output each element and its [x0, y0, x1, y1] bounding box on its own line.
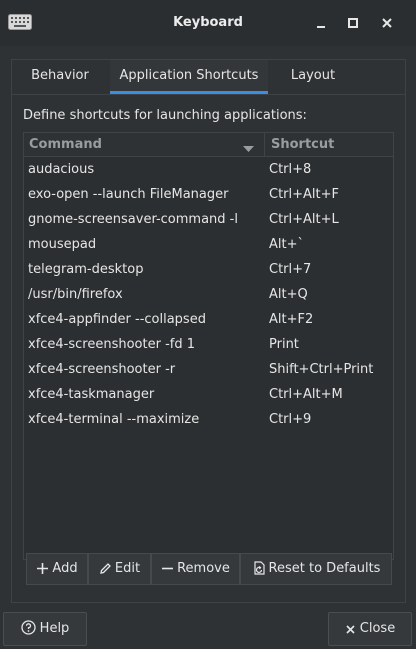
tab-behavior[interactable]: Behavior	[20, 60, 100, 94]
table-row[interactable]: xfce4-terminal --maximize Ctrl+9	[24, 407, 393, 432]
table-toolbar: Add Edit Remove Reset to Defaults	[23, 549, 394, 589]
shortcut-cell: Print	[269, 337, 299, 352]
shortcut-cell: Shift+Ctrl+Print	[269, 362, 374, 377]
command-cell: xfce4-screenshooter -fd 1	[28, 337, 196, 352]
column-header-shortcut[interactable]: Shortcut	[271, 133, 334, 157]
edit-button[interactable]: Edit	[88, 553, 151, 585]
shortcut-cell: Alt+Q	[269, 287, 308, 302]
help-button-label: Help	[39, 621, 70, 636]
sort-descending-icon[interactable]	[243, 142, 254, 157]
column-header-command[interactable]: Command	[29, 133, 265, 157]
table-row[interactable]: mousepad Alt+`	[24, 232, 393, 257]
pencil-icon	[100, 563, 111, 574]
shortcut-cell: Alt+`	[269, 237, 304, 252]
tab-bar: Behavior Application Shortcuts Layout	[12, 60, 405, 95]
remove-button[interactable]: Remove	[151, 553, 240, 585]
command-cell: xfce4-taskmanager	[28, 387, 155, 402]
close-button-label: Close	[359, 621, 396, 636]
shortcut-cell: Ctrl+Alt+F	[269, 187, 339, 202]
close-window-icon[interactable]	[380, 16, 394, 30]
shortcut-cell: Ctrl+7	[269, 262, 312, 277]
close-icon	[346, 625, 355, 634]
help-button[interactable]: Help	[3, 612, 87, 646]
close-button[interactable]: Close	[328, 612, 412, 646]
table-row[interactable]: audacious Ctrl+8	[24, 157, 393, 182]
reset-document-icon	[253, 561, 265, 575]
minus-icon	[162, 567, 174, 570]
table-row[interactable]: xfce4-taskmanager Ctrl+Alt+M	[24, 382, 393, 407]
shortcuts-table: Command Shortcut audacious Ctrl+8 exo-op…	[23, 132, 394, 560]
table-row[interactable]: exo-open --launch FileManager Ctrl+Alt+F	[24, 182, 393, 207]
command-cell: xfce4-appfinder --collapsed	[28, 312, 206, 327]
command-cell: gnome-screensaver-command -l	[28, 212, 238, 227]
reset-to-defaults-button[interactable]: Reset to Defaults	[240, 553, 392, 585]
remove-button-label: Remove	[177, 561, 230, 576]
add-button-label: Add	[52, 561, 78, 576]
table-header: Command Shortcut	[24, 133, 393, 157]
command-cell: mousepad	[28, 237, 97, 252]
table-row[interactable]: gnome-screensaver-command -l Ctrl+Alt+L	[24, 207, 393, 232]
add-button[interactable]: Add	[26, 553, 88, 585]
plus-icon	[37, 563, 49, 574]
table-row[interactable]: telegram-desktop Ctrl+7	[24, 257, 393, 282]
table-row[interactable]: xfce4-screenshooter -r Shift+Ctrl+Print	[24, 357, 393, 382]
command-cell: telegram-desktop	[28, 262, 144, 277]
command-cell: exo-open --launch FileManager	[28, 187, 229, 202]
help-icon	[21, 620, 36, 635]
tab-application-shortcuts[interactable]: Application Shortcuts	[110, 60, 268, 94]
column-divider[interactable]	[264, 133, 265, 157]
description-label: Define shortcuts for launching applicati…	[23, 108, 307, 123]
shortcut-cell: Alt+F2	[269, 312, 314, 327]
maximize-icon[interactable]	[346, 16, 360, 30]
table-row[interactable]: xfce4-appfinder --collapsed Alt+F2	[24, 307, 393, 332]
command-cell: /usr/bin/firefox	[28, 287, 123, 302]
command-cell: audacious	[28, 162, 95, 177]
edit-button-label: Edit	[114, 561, 141, 576]
table-row[interactable]: xfce4-screenshooter -fd 1 Print	[24, 332, 393, 357]
notebook: Behavior Application Shortcuts Layout De…	[11, 59, 406, 603]
command-cell: xfce4-screenshooter -r	[28, 362, 176, 377]
table-row[interactable]: /usr/bin/firefox Alt+Q	[24, 282, 393, 307]
shortcut-cell: Ctrl+Alt+M	[269, 387, 343, 402]
command-cell: xfce4-terminal --maximize	[28, 412, 200, 427]
minimize-icon[interactable]	[314, 16, 328, 30]
shortcut-cell: Ctrl+8	[269, 162, 312, 177]
tab-layout[interactable]: Layout	[278, 60, 348, 94]
table-body: audacious Ctrl+8 exo-open --launch FileM…	[24, 157, 393, 432]
shortcut-cell: Ctrl+Alt+L	[269, 212, 339, 227]
title-bar: Keyboard	[0, 0, 416, 46]
shortcut-cell: Ctrl+9	[269, 412, 312, 427]
reset-button-label: Reset to Defaults	[268, 561, 381, 576]
